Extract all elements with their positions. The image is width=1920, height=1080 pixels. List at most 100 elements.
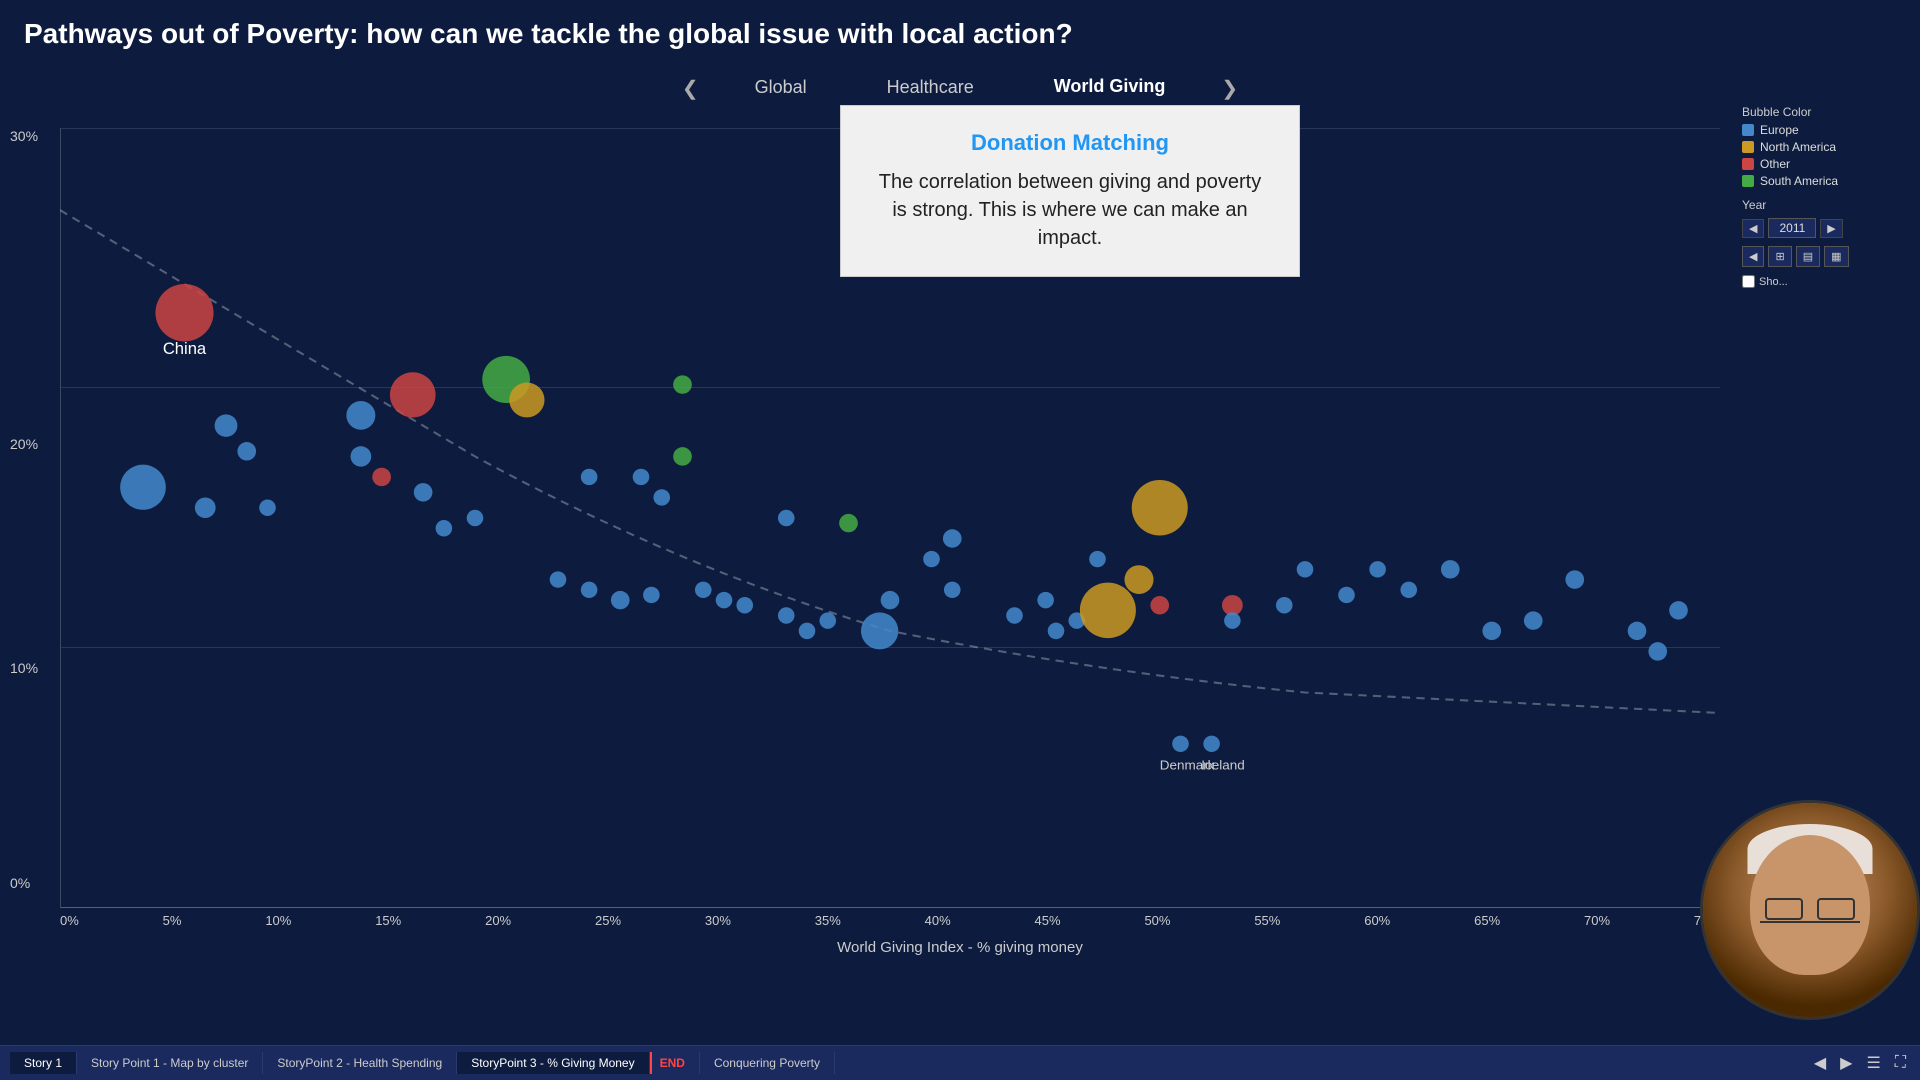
x-label-55: 55% <box>1254 913 1280 928</box>
bubble-red3[interactable] <box>1150 596 1169 614</box>
b27[interactable] <box>861 612 898 649</box>
status-forward-btn[interactable]: ▶ <box>1836 1053 1856 1073</box>
story-point-3[interactable]: StoryPoint 3 - % Giving Money <box>457 1052 649 1074</box>
b9[interactable] <box>467 510 484 526</box>
bubble-3[interactable] <box>215 414 238 437</box>
tab-healthcare[interactable]: Healthcare <box>847 67 1014 110</box>
b33[interactable] <box>1037 592 1054 608</box>
bubble-red1[interactable] <box>390 372 436 417</box>
b15[interactable] <box>581 582 598 598</box>
view-table-btn[interactable]: ▤ <box>1796 246 1820 267</box>
b45[interactable] <box>1524 611 1543 629</box>
b36[interactable] <box>1089 551 1106 567</box>
bubble-yellow3[interactable] <box>1124 565 1153 594</box>
b14[interactable] <box>550 571 567 587</box>
b22[interactable] <box>778 607 795 623</box>
next-nav-arrow[interactable]: ❯ <box>1205 76 1254 101</box>
b31[interactable] <box>944 582 961 598</box>
view-grid-btn[interactable]: ⊞ <box>1768 246 1791 267</box>
b23[interactable] <box>778 510 795 526</box>
b10[interactable] <box>581 469 598 485</box>
b25[interactable] <box>819 612 836 628</box>
b37[interactable] <box>1224 612 1241 628</box>
b8[interactable] <box>436 520 453 536</box>
europe-label: Europe <box>1760 123 1799 137</box>
story-label[interactable]: Story 1 <box>10 1052 77 1074</box>
status-right-controls: ◀ ▶ ☰ ⛶ <box>1810 1053 1910 1073</box>
b30[interactable] <box>943 529 962 547</box>
bubble-color-legend: Bubble Color Europe North America Other … <box>1742 105 1912 188</box>
status-fullscreen-btn[interactable]: ⛶ <box>1891 1054 1910 1072</box>
b20[interactable] <box>716 592 733 608</box>
b38[interactable] <box>1276 597 1293 613</box>
view-prev-btn[interactable]: ◀ <box>1742 246 1764 267</box>
south-america-swatch <box>1742 175 1754 187</box>
bubble-red2[interactable] <box>372 468 391 486</box>
year-next-btn[interactable]: ▶ <box>1820 219 1842 238</box>
x-label-45: 45% <box>1035 913 1061 928</box>
b41[interactable] <box>1369 561 1386 577</box>
bubble-denmark[interactable] <box>1172 736 1189 752</box>
b49[interactable] <box>1648 642 1667 660</box>
b19[interactable] <box>695 582 712 598</box>
b29[interactable] <box>923 551 940 567</box>
annotation-text: The correlation between giving and pover… <box>869 168 1271 252</box>
x-label-30: 30% <box>705 913 731 928</box>
bubble-blue2[interactable] <box>351 446 372 467</box>
prev-nav-arrow[interactable]: ❮ <box>666 76 715 101</box>
show-checkbox[interactable] <box>1742 275 1755 288</box>
conquering-poverty[interactable]: Conquering Poverty <box>700 1052 835 1074</box>
tab-world-giving[interactable]: World Giving <box>1014 66 1206 110</box>
annotation-box: Donation Matching The correlation betwee… <box>840 105 1300 277</box>
b32[interactable] <box>1006 607 1023 623</box>
b11[interactable] <box>633 469 650 485</box>
b46[interactable] <box>1565 570 1584 588</box>
story-end[interactable]: END <box>650 1052 700 1074</box>
b13[interactable] <box>673 447 692 465</box>
annotation-title: Donation Matching <box>869 130 1271 156</box>
bubble-2[interactable] <box>195 497 216 518</box>
b26[interactable] <box>839 514 858 532</box>
b6[interactable] <box>259 500 276 516</box>
bubble-china[interactable] <box>155 284 213 341</box>
b47[interactable] <box>1628 622 1647 640</box>
b42[interactable] <box>1400 582 1417 598</box>
b21[interactable] <box>736 597 753 613</box>
b17[interactable] <box>643 587 660 603</box>
story-point-2[interactable]: StoryPoint 2 - Health Spending <box>263 1052 457 1074</box>
bubble-yellow4[interactable] <box>1132 480 1188 535</box>
b28[interactable] <box>881 591 900 609</box>
b5[interactable] <box>237 442 256 460</box>
b44[interactable] <box>1482 622 1501 640</box>
x-label-5: 5% <box>163 913 182 928</box>
view-chart-btn[interactable]: ▦ <box>1824 246 1848 267</box>
bubble-1[interactable] <box>120 465 166 510</box>
bubble-yellow1[interactable] <box>509 383 544 418</box>
status-back-btn[interactable]: ◀ <box>1810 1053 1830 1073</box>
north-america-label: North America <box>1760 140 1836 154</box>
b43[interactable] <box>1441 560 1460 578</box>
bubble-iceland[interactable] <box>1203 736 1220 752</box>
b39[interactable] <box>1297 561 1314 577</box>
right-panel: Bubble Color Europe North America Other … <box>1742 105 1912 288</box>
label-china: China <box>163 340 207 358</box>
story-point-1[interactable]: Story Point 1 - Map by cluster <box>77 1052 263 1074</box>
b40[interactable] <box>1338 587 1355 603</box>
x-axis: 0% 5% 10% 15% 20% 25% 30% 35% 40% 45% 50… <box>60 913 1720 928</box>
b34[interactable] <box>1048 623 1065 639</box>
webcam-face <box>1703 803 1917 1017</box>
b48[interactable] <box>1669 601 1688 619</box>
b18[interactable] <box>673 375 692 393</box>
header-area: Pathways out of Poverty: how can we tack… <box>0 0 1920 58</box>
europe-swatch <box>1742 124 1754 136</box>
bubble-blue1[interactable] <box>346 401 375 430</box>
b12[interactable] <box>653 489 670 505</box>
year-prev-btn[interactable]: ◀ <box>1742 219 1764 238</box>
b7[interactable] <box>414 483 433 501</box>
tab-global[interactable]: Global <box>715 67 847 110</box>
b16[interactable] <box>611 591 630 609</box>
label-iceland: Iceland <box>1201 758 1244 773</box>
status-menu-btn[interactable]: ☰ <box>1862 1053 1884 1073</box>
b24[interactable] <box>799 623 816 639</box>
bubble-yellow2[interactable] <box>1080 583 1136 638</box>
